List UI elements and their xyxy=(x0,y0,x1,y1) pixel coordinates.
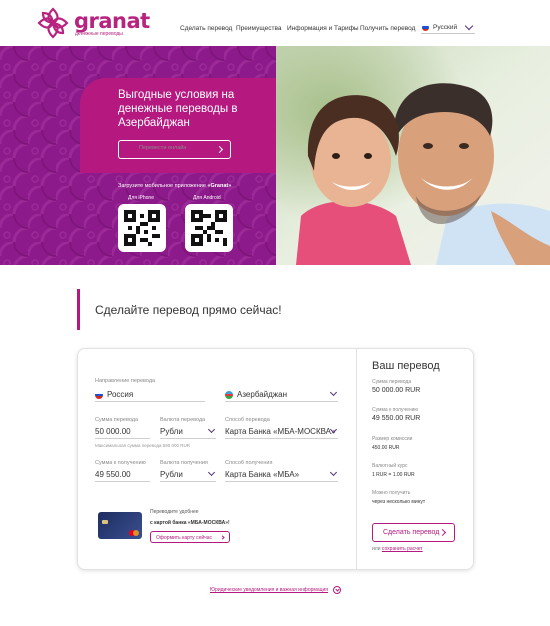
card-promo-line1: Переводите удобнее xyxy=(150,509,199,515)
qr-android-caption: Для Android xyxy=(193,195,221,201)
russia-flag-icon xyxy=(422,24,429,31)
qr-code-android[interactable] xyxy=(185,204,233,252)
summary-receive-value: 49 550.00 RUR xyxy=(372,415,421,422)
send-amount-label: Сумма перевода xyxy=(95,417,139,423)
legal-info-link[interactable]: Юридические уведомления и важная информа… xyxy=(210,587,328,593)
summary-receive-label: Сумма к получению xyxy=(372,407,419,413)
or-text: или xyxy=(372,546,381,552)
section-accent-bar xyxy=(77,289,80,330)
make-transfer-label: Сделать перевод xyxy=(383,529,440,536)
summary-rate-label: Валютный курс xyxy=(372,463,408,469)
chevron-down-icon xyxy=(329,468,338,477)
send-amount-value: 50 000.00 xyxy=(95,427,131,436)
receive-method-value: Карта Банка «МБА» xyxy=(225,470,300,479)
receive-method-select[interactable]: Карта Банка «МБА» xyxy=(225,468,338,482)
chevron-right-icon xyxy=(215,145,224,154)
app-download-note: Загрузите мобильное приложение «Granat» xyxy=(118,183,231,189)
brand-tagline: денежные переводы xyxy=(75,31,123,37)
section-title: Сделайте перевод прямо сейчас! xyxy=(95,303,282,317)
summary-fee-label: Размер комиссии xyxy=(372,436,413,442)
azerbaijan-flag-icon xyxy=(225,391,233,399)
save-calculation-link[interactable]: сохранить расчет xyxy=(382,546,423,552)
send-currency-value: Рубли xyxy=(160,427,183,436)
summary-title: Ваш перевод xyxy=(372,360,440,372)
summary-divider xyxy=(356,349,357,569)
receive-method-label: Способ получения xyxy=(225,460,273,466)
russia-flag-icon xyxy=(95,391,103,399)
promo-block: Выгодные условия на денежные переводы в … xyxy=(80,78,276,173)
brand-name: granat xyxy=(74,9,150,33)
send-amount-input[interactable]: 50 000.00 xyxy=(95,425,150,439)
send-method-label: Способ перевода xyxy=(225,417,270,423)
mastercard-logo-icon xyxy=(129,530,139,536)
direction-label: Направление перевода xyxy=(95,378,156,384)
chevron-down-icon xyxy=(207,468,216,477)
receive-amount-label: Сумма к получению xyxy=(95,460,146,466)
granat-logo[interactable]: granat денежные переводы xyxy=(36,6,150,40)
summary-fee-value: 450.00 RUR xyxy=(372,445,400,451)
app-name: «Granat» xyxy=(207,183,232,189)
chevron-down-icon xyxy=(207,425,216,434)
card-chip-icon xyxy=(102,520,108,524)
receive-amount-value: 49 550.00 xyxy=(95,470,131,479)
receive-currency-label: Валюта получения xyxy=(160,460,208,466)
chevron-down-icon xyxy=(464,21,474,31)
receive-currency-value: Рубли xyxy=(160,470,183,479)
to-country-value: Азербайджан xyxy=(237,390,288,399)
qr-iphone-caption: Для iPhone xyxy=(128,195,154,201)
save-calculation-line: или сохранить расчет xyxy=(372,546,423,552)
language-selector[interactable]: Русский xyxy=(421,20,475,34)
make-transfer-button[interactable]: Сделать перевод xyxy=(372,523,455,542)
family-photo-image xyxy=(276,46,550,265)
transfer-online-button[interactable]: Перевести онлайн xyxy=(118,140,231,159)
summary-rate-value: 1 RUR = 1.00 RUR xyxy=(372,472,415,478)
pomegranate-flower-icon xyxy=(37,7,69,39)
qr-code-icon xyxy=(191,210,227,246)
app-note-text: Загрузите мобильное приложение xyxy=(118,183,206,189)
site-header: granat денежные переводы Сделать перевод… xyxy=(0,0,550,46)
send-currency-select[interactable]: Рубли xyxy=(160,425,216,439)
hero-banner: Выгодные условия на денежные переводы в … xyxy=(0,46,550,265)
chevron-right-icon xyxy=(220,535,225,540)
send-method-value: Карта Банка «МБА-МОСКВА» xyxy=(225,427,336,436)
chevron-down-icon xyxy=(329,388,338,397)
transfer-online-label: Перевести онлайн xyxy=(139,145,187,151)
send-method-select[interactable]: Карта Банка «МБА-МОСКВА» xyxy=(225,425,338,439)
hero-promo-panel: Выгодные условия на денежные переводы в … xyxy=(0,46,276,265)
from-country-value: Россия xyxy=(107,390,134,399)
from-country-select[interactable]: Россия xyxy=(95,388,205,402)
summary-time-value: через несколько минут xyxy=(372,499,426,505)
receive-amount-input[interactable]: 49 550.00 xyxy=(95,468,150,482)
language-label: Русский xyxy=(433,24,458,31)
receive-currency-select[interactable]: Рубли xyxy=(160,468,216,482)
qr-code-iphone[interactable] xyxy=(118,204,166,252)
to-country-select[interactable]: Азербайджан xyxy=(225,388,338,402)
chevron-down-circle-icon[interactable] xyxy=(333,586,341,594)
nav-item-info-tariffs[interactable]: Информация и Тарифы xyxy=(287,25,359,32)
summary-send-value: 50 000.00 RUR xyxy=(372,387,421,394)
qr-code-icon xyxy=(124,210,160,246)
send-currency-label: Валюта перевода xyxy=(160,417,206,423)
nav-item-advantages[interactable]: Преимущества xyxy=(236,25,281,32)
nav-item-send[interactable]: Сделать перевод xyxy=(180,25,232,32)
card-promo-line2: с картой банка «МБА-МОСКВА»! xyxy=(150,520,230,526)
summary-time-label: Можно получить xyxy=(372,490,411,496)
hero-photo xyxy=(276,46,550,265)
send-amount-hint: Максимальная сумма перевода 590 000 RUR xyxy=(95,443,191,448)
transfer-calculator: Направление перевода Россия Азербайджан … xyxy=(77,348,474,570)
chevron-right-icon xyxy=(438,528,447,537)
summary-send-label: Сумма перевода xyxy=(372,379,412,385)
hero-title: Выгодные условия на денежные переводы в … xyxy=(118,89,238,129)
order-card-label: Оформить карту сейчас xyxy=(156,535,213,541)
order-card-button[interactable]: Оформить карту сейчас xyxy=(150,531,230,543)
bank-card-image xyxy=(98,512,142,539)
nav-item-receive[interactable]: Получить перевод xyxy=(360,25,415,32)
